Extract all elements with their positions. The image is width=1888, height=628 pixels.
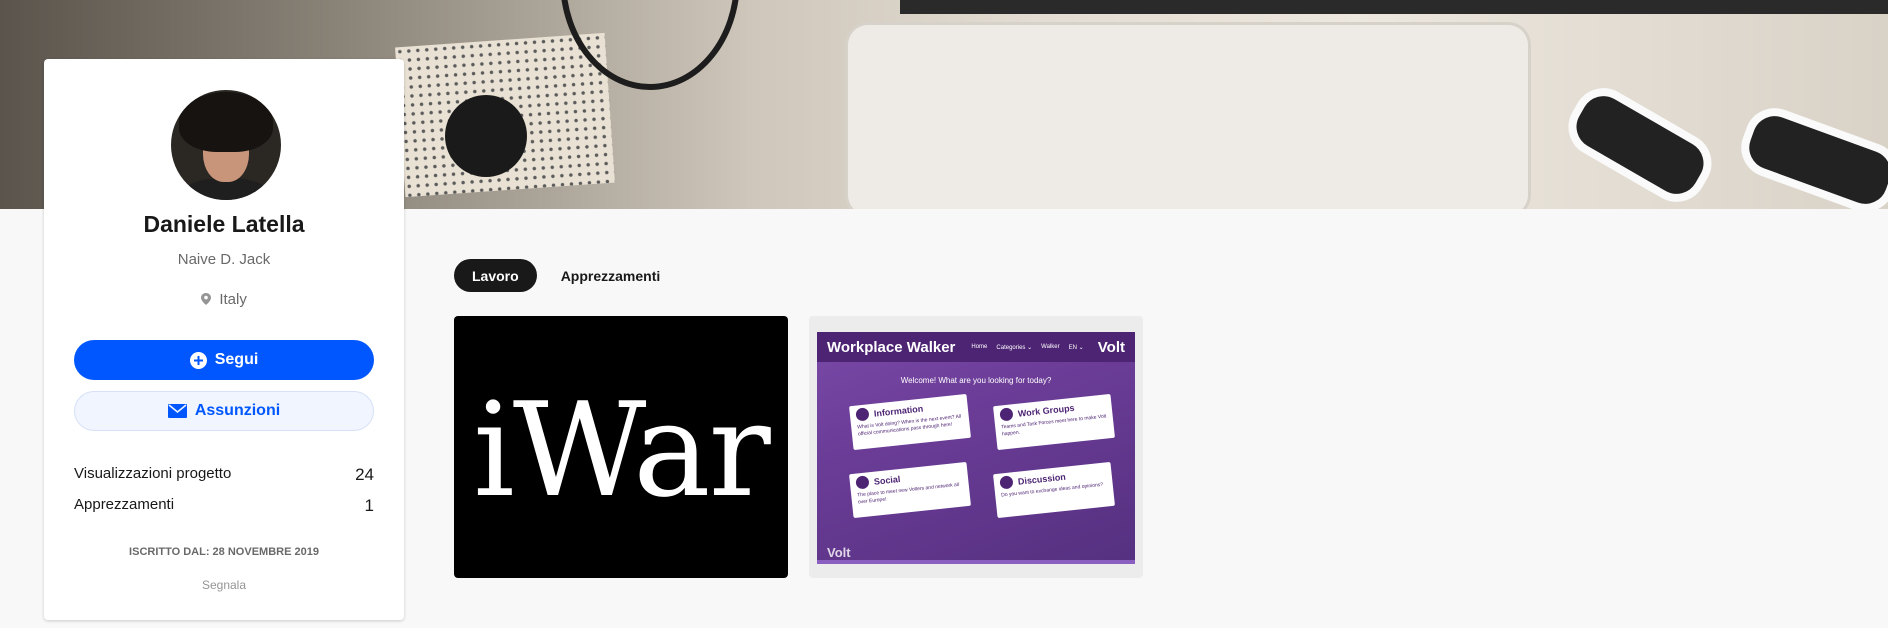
banner-slot-right <box>1732 99 1888 209</box>
site-tile-social: Social The place to meet new Volters and… <box>849 461 971 519</box>
banner-slot-left <box>1557 77 1723 209</box>
site-nav-link: EN ⌄ <box>1068 344 1084 351</box>
site-brand-logo: Volt <box>1097 338 1125 356</box>
tab-work[interactable]: Lavoro <box>454 259 537 292</box>
hire-button[interactable]: Assunzioni <box>74 391 374 431</box>
location-pin-icon <box>201 293 212 305</box>
stat-value: 1 <box>364 496 374 515</box>
tab-appreciations[interactable]: Apprezzamenti <box>543 259 679 292</box>
profile-tabs: Lavoro Apprezzamenti <box>454 259 684 292</box>
follow-button-label: Segui <box>214 351 259 368</box>
site-nav-link: Categories ⌄ <box>996 344 1033 351</box>
site-nav-link: Home <box>971 343 988 350</box>
banner-buzzer <box>445 95 527 177</box>
site-welcome: Welcome! What are you looking for today? <box>900 376 1052 385</box>
project-cover-screenshot: Workplace Walker Home Categories ⌄ Walke… <box>817 332 1135 564</box>
site-bottom-bar <box>817 560 1135 564</box>
stat-label: Apprezzamenti <box>74 496 175 513</box>
project-cover-text: iWar <box>473 374 771 526</box>
project-card-iwar[interactable]: iWar <box>454 316 788 578</box>
stat-project-views: Visualizzazioni progetto 24 <box>74 465 374 485</box>
member-since: ISCRITTO DAL: 28 NOVEMBRE 2019 <box>129 546 319 558</box>
report-link[interactable]: Segnala <box>44 578 404 592</box>
location-label: Italy <box>219 291 247 308</box>
profile-location[interactable]: Italy <box>44 291 404 308</box>
site-nav-links: Home Categories ⌄ Walker EN ⌄ <box>971 344 1092 351</box>
profile-name[interactable]: Daniele Latella <box>44 211 404 238</box>
site-tile-information: Information What is Volt doing? When is … <box>849 393 971 451</box>
plus-circle-icon <box>189 351 207 369</box>
site-footer-brand: Volt <box>827 545 851 560</box>
mail-icon <box>167 404 187 418</box>
stat-label: Visualizzazioni progetto <box>74 465 232 482</box>
site-tile-discussion: Discussion Do you want to exchange ideas… <box>993 461 1115 519</box>
site-title: Workplace Walker <box>827 338 956 356</box>
stat-appreciations: Apprezzamenti 1 <box>74 496 374 516</box>
banner-pad <box>848 25 1528 209</box>
profile-card: Daniele Latella Naive D. Jack Italy Segu… <box>44 59 404 620</box>
site-tile-work-groups: Work Groups Teams and Task Forces meet h… <box>993 393 1115 451</box>
stat-value: 24 <box>355 465 374 484</box>
site-nav: Workplace Walker Home Categories ⌄ Walke… <box>817 332 1135 362</box>
hire-button-label: Assunzioni <box>194 402 281 419</box>
follow-button[interactable]: Segui <box>74 340 374 380</box>
project-card-workplace-walker[interactable]: Workplace Walker Home Categories ⌄ Walke… <box>809 316 1143 578</box>
banner-keyboard-edge <box>900 0 1888 14</box>
profile-occupation: Naive D. Jack <box>177 251 271 268</box>
avatar[interactable] <box>171 90 281 200</box>
site-nav-link: Walker <box>1041 343 1060 350</box>
